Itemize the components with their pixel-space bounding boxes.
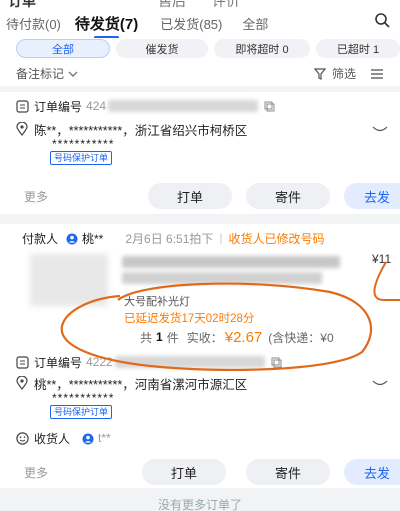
search-icon[interactable] [374, 12, 390, 28]
ship-button[interactable]: 去发 [344, 459, 400, 485]
receiver-name: 陈** [34, 123, 57, 138]
ship-button[interactable]: 去发 [344, 183, 400, 209]
list-settings-icon[interactable] [370, 66, 384, 80]
user-icon [66, 231, 78, 245]
user-icon [82, 431, 94, 445]
header-aftersale[interactable]: 售后 [158, 0, 186, 8]
privacy-tag-row: 号码保护订单 [0, 150, 400, 166]
tab-shipped[interactable]: 已发货(85) [160, 14, 222, 33]
qty-suffix: 件 [166, 330, 179, 345]
tab-all[interactable]: 全部 [242, 14, 268, 33]
order1-action-bar: 更多 打单 寄件 去发 [0, 182, 400, 210]
tab-pending-shipment[interactable]: 待发货(7) [75, 13, 138, 39]
tab-pending-payment[interactable]: 待付款(0) [6, 14, 61, 33]
privacy-tag: 号码保护订单 [50, 151, 113, 165]
order-status-tabs: 待付款(0) 待发货(7) 已发货(85) 全部 [0, 8, 400, 39]
chip-all[interactable]: 全部 [16, 39, 110, 58]
order-number-redacted [108, 100, 259, 112]
order-number-value: 424 [86, 99, 107, 113]
paid-value: ¥2.67 [224, 328, 263, 346]
shipping-note: (含快递：¥0 [268, 330, 334, 345]
order-number-redacted [114, 356, 265, 368]
qty-prefix: 共 [140, 330, 153, 345]
product-title-redacted [122, 254, 340, 268]
delay-warning: 已延迟发货17天02时28分 [124, 313, 255, 325]
filter-icon[interactable] [313, 66, 326, 80]
order-number-value: 4222 [86, 355, 113, 369]
more-link[interactable]: 更多 [24, 188, 48, 205]
copy-icon[interactable] [264, 99, 275, 113]
order-number-row: 订单编号 424 [0, 96, 400, 116]
more-link[interactable]: 更多 [24, 464, 48, 481]
product-spec: 大号配补光灯 [124, 296, 190, 308]
address-line-2: *********** [52, 391, 115, 405]
divider: | [219, 231, 223, 245]
payer-label: 付款人 [22, 231, 59, 246]
privacy-tag-row: 号码保护订单 [0, 404, 400, 420]
payment-summary: 共 1 件 实收： ¥2.67 (含快递：¥0 [0, 328, 400, 346]
filter-chips: 全部 催发货 即将超时 0 已超时 1 [0, 38, 400, 60]
order-number-row: 订单编号 4222 [0, 352, 400, 372]
send-parcel-button[interactable]: 寄件 [246, 459, 330, 485]
receiver-change-note: 收货人已修改号码 [228, 231, 325, 246]
order-number-label: 订单编号 [34, 99, 83, 114]
receiver-address: 浙江省绍兴市柯桥区 [134, 123, 248, 138]
address-line-2: *********** [52, 137, 115, 151]
order-icon [16, 99, 29, 113]
receiver-row: 收货人 t** [0, 428, 400, 448]
chip-timed-out[interactable]: 已超时 1 [316, 39, 400, 58]
product-subtitle-redacted [122, 270, 322, 284]
top-header-fragment: 订单 售后 评价 [0, 0, 400, 8]
order-time: 2月6日 6:51拍下 [125, 231, 214, 246]
order2-action-bar: 更多 打单 寄件 去发 [0, 458, 400, 486]
product-price: ¥11 [372, 252, 392, 266]
location-icon [16, 122, 28, 137]
payer-row: 付款人 桃** 2月6日 6:51拍下 | 收货人已修改号码 [0, 228, 400, 248]
smile-icon [16, 431, 29, 445]
chip-near-timeout[interactable]: 即将超时 0 [214, 39, 310, 58]
receiver-name: 桃** [34, 377, 57, 392]
receiver-label: 收货人 [34, 431, 71, 446]
header-title: 订单 [8, 0, 36, 8]
eye-closed-icon[interactable] [372, 122, 388, 136]
eye-closed-icon[interactable] [372, 376, 388, 390]
address-row: 陈** ，***********， 浙江省绍兴市柯桥区 [0, 120, 400, 138]
send-parcel-button[interactable]: 寄件 [246, 183, 330, 209]
header-review[interactable]: 评价 [212, 0, 240, 8]
chevron-down-icon[interactable] [68, 66, 78, 80]
location-icon [16, 376, 28, 391]
order-card-1: 订单编号 424 陈** ，***********， 浙江省绍兴市柯桥区 ***… [0, 92, 400, 214]
paid-label: 实收： [186, 330, 223, 345]
order-card-2: 付款人 桃** 2月6日 6:51拍下 | 收货人已修改号码 ¥11 大号配补光… [0, 224, 400, 488]
chip-urge[interactable]: 催发货 [116, 39, 208, 58]
receiver-name: t** [98, 431, 111, 445]
receiver-phone: ，***********， [56, 377, 135, 392]
remark-label[interactable]: 备注标记 [16, 65, 64, 82]
payer-name: 桃** [82, 231, 104, 246]
order-number-label: 订单编号 [34, 355, 83, 370]
copy-icon[interactable] [271, 355, 282, 369]
order-icon [16, 355, 29, 369]
receiver-address: 河南省漯河市源汇区 [134, 377, 248, 392]
address-row: 桃** ，***********， 河南省漯河市源汇区 [0, 374, 400, 392]
no-more-orders: 没有更多订单了 [157, 498, 242, 511]
print-order-button[interactable]: 打单 [142, 459, 226, 485]
filter-label[interactable]: 筛选 [332, 65, 356, 82]
print-order-button[interactable]: 打单 [148, 183, 232, 209]
receiver-phone: ，***********， [56, 123, 135, 138]
privacy-tag: 号码保护订单 [50, 405, 113, 419]
remark-filter-row: 备注标记 筛选 [0, 60, 400, 86]
qty-value: 1 [156, 330, 163, 344]
